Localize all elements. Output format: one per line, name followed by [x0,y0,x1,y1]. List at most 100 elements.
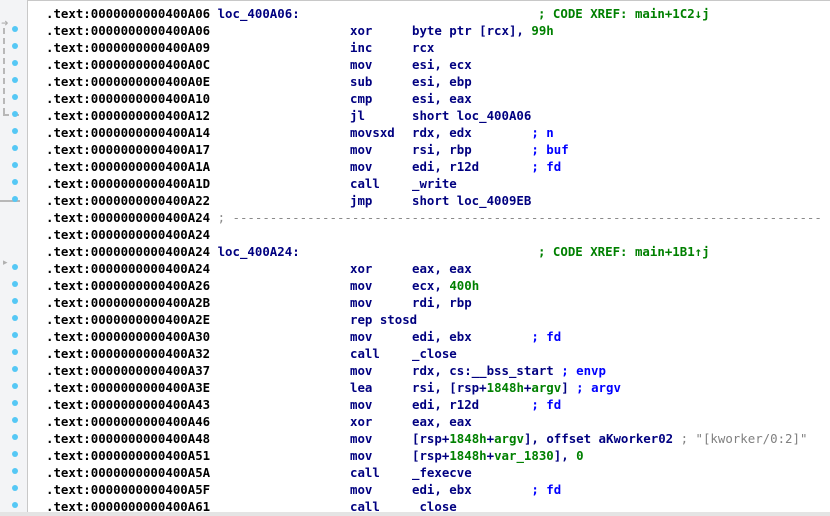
listing-line[interactable]: .text:0000000000400A24 loc_400A24: ; CODE… [46,243,710,260]
operand-number: 0 [576,448,584,463]
breakpoint-dot-icon[interactable] [12,60,18,66]
operand-text: edi, ebx [412,329,532,344]
listing-line[interactable]: .text:0000000000400A46 xor eax, eax [46,413,472,430]
breakpoint-dot-icon[interactable] [12,281,18,287]
listing-line[interactable]: .text:0000000000400A43 mov edi, r12d ; fd [46,396,561,413]
breakpoint-dot-icon[interactable] [12,43,18,49]
listing-line[interactable]: .text:0000000000400A09 inc rcx [46,39,434,56]
breakpoint-dot-icon[interactable] [12,77,18,83]
breakpoint-dot-icon[interactable] [12,111,18,117]
operand-text: edi, r12d [412,397,532,412]
address: .text:0000000000400A06 [46,23,211,38]
arg-comment: ; argv [576,380,621,395]
listing-line[interactable]: .text:0000000000400A22 jmp short loc_4009E… [46,192,531,209]
listing-line[interactable]: .text:0000000000400A2B mov rdi, rbp [46,294,472,311]
breakpoint-dot-icon[interactable] [12,128,18,134]
operand-text: [rsp+ [412,431,450,446]
listing-line[interactable]: .text:0000000000400A32 call _close [46,345,457,362]
operands: edi, ebx ; fd [412,481,561,498]
operand-text: + [486,448,495,463]
listing-line[interactable]: .text:0000000000400A51 mov [rsp+1848h+var_… [46,447,584,464]
listing-line[interactable]: .text:0000000000400A12 jl short loc_400A06 [46,107,531,124]
operand-text: esi, ebp [412,74,472,89]
operand-text: esi, eax [412,91,472,106]
mnemonic: lea [350,380,373,395]
operand-symbol: argv [531,380,562,395]
operand-text: ] [561,380,577,395]
operands: rsi, [rsp+1848h+argv] ; argv [412,379,621,396]
breakpoint-dot-icon[interactable] [12,485,18,491]
breakpoint-dot-icon[interactable] [12,417,18,423]
mnemonic: mov [350,363,373,378]
listing-line[interactable]: .text:0000000000400A0C mov esi, ecx [46,56,472,73]
breakpoint-dot-icon[interactable] [12,366,18,372]
operand-text: ecx, [412,278,450,293]
breakpoint-dot-icon[interactable] [12,451,18,457]
breakpoint-dot-icon[interactable] [12,332,18,338]
listing-line[interactable]: .text:0000000000400A1D call _write [46,175,457,192]
operands: edi, r12d ; fd [412,396,561,413]
operand-text: rsi, [rsp+ [412,380,487,395]
listing-line[interactable]: .text:0000000000400A10 cmp esi, eax [46,90,472,107]
breakpoint-dot-icon[interactable] [12,468,18,474]
operand-text: ], [553,448,577,463]
address: .text:0000000000400A1D [46,176,211,191]
breakpoint-dot-icon[interactable] [12,400,18,406]
breakpoint-dot-icon[interactable] [12,179,18,185]
mnemonic: mov [350,482,373,497]
breakpoint-dot-icon[interactable] [12,502,18,508]
jump-line [3,28,5,114]
listing-line[interactable]: .text:0000000000400A48 mov [rsp+1848h+argv… [46,430,807,447]
listing-line[interactable]: .text:0000000000400A24 ; ---------------… [46,209,822,226]
breakpoint-dot-icon[interactable] [12,196,18,202]
breakpoint-dot-icon[interactable] [12,298,18,304]
listing-line[interactable]: .text:0000000000400A3E lea rsi, [rsp+1848h… [46,379,621,396]
listing-line[interactable]: .text:0000000000400A24 [46,226,210,243]
listing-line[interactable]: .text:0000000000400A0E sub esi, ebp [46,73,472,90]
listing-line[interactable]: .text:0000000000400A06 loc_400A06: ; CODE… [46,5,710,22]
operands: edi, ebx ; fd [412,328,561,345]
mnemonic: xor [350,23,373,38]
disassembly-listing[interactable]: .text:0000000000400A06 loc_400A06: ; CODE… [28,0,830,516]
horizontal-scrollbar[interactable] [0,512,830,516]
breakpoint-dot-icon[interactable] [12,162,18,168]
listing-line[interactable]: .text:0000000000400A2E rep stosd [46,311,417,328]
listing-line[interactable]: .text:0000000000400A5F mov edi, ebx ; fd [46,481,561,498]
operands: rcx [412,39,434,56]
arg-comment: ; n [531,125,554,140]
breakpoint-dot-icon[interactable] [12,434,18,440]
listing-line[interactable]: .text:0000000000400A06 xor byte ptr [rcx],… [46,22,554,39]
breakpoint-dot-icon[interactable] [12,349,18,355]
mnemonic: mov [350,397,373,412]
listing-line[interactable]: .text:0000000000400A30 mov edi, ebx ; fd [46,328,561,345]
listing-line[interactable]: .text:0000000000400A24 xor eax, eax [46,260,472,277]
breakpoint-dot-icon[interactable] [12,26,18,32]
listing-line[interactable]: .text:0000000000400A1A mov edi, r12d ; fd [46,158,561,175]
operand-text: + [486,431,495,446]
operands: rsi, rbp ; buf [412,141,569,158]
mnemonic: call [350,465,380,480]
operand-text: byte ptr [rcx], [412,23,532,38]
mnemonic: mov [350,448,373,463]
operands: esi, ebp [412,73,472,90]
breakpoint-dot-icon[interactable] [12,145,18,151]
listing-line[interactable]: .text:0000000000400A37 mov rdx, cs:__bss_s… [46,362,606,379]
address: .text:0000000000400A24 [46,210,211,225]
operands: byte ptr [rcx], 99h [412,22,554,39]
listing-line[interactable]: .text:0000000000400A17 mov rsi, rbp ; buf [46,141,569,158]
breakpoint-dot-icon[interactable] [12,315,18,321]
breakpoint-dot-icon[interactable] [12,264,18,270]
operands: _fexecve [412,464,472,481]
xref-comment: ; CODE XREF: main+1C2↓j [538,6,710,21]
arg-comment: ; envp [561,363,606,378]
address: .text:0000000000400A51 [46,448,211,463]
operand-text: rcx [412,40,435,55]
mnemonic: call [350,346,380,361]
address: .text:0000000000400A17 [46,142,211,157]
listing-line[interactable]: .text:0000000000400A26 mov ecx, 400h [46,277,479,294]
listing-line[interactable]: .text:0000000000400A5A call _fexecve [46,464,472,481]
breakpoint-dot-icon[interactable] [12,383,18,389]
operand-number: 1848h [486,380,524,395]
listing-line[interactable]: .text:0000000000400A14 movsxd rdx, edx ; n [46,124,554,141]
breakpoint-dot-icon[interactable] [12,94,18,100]
